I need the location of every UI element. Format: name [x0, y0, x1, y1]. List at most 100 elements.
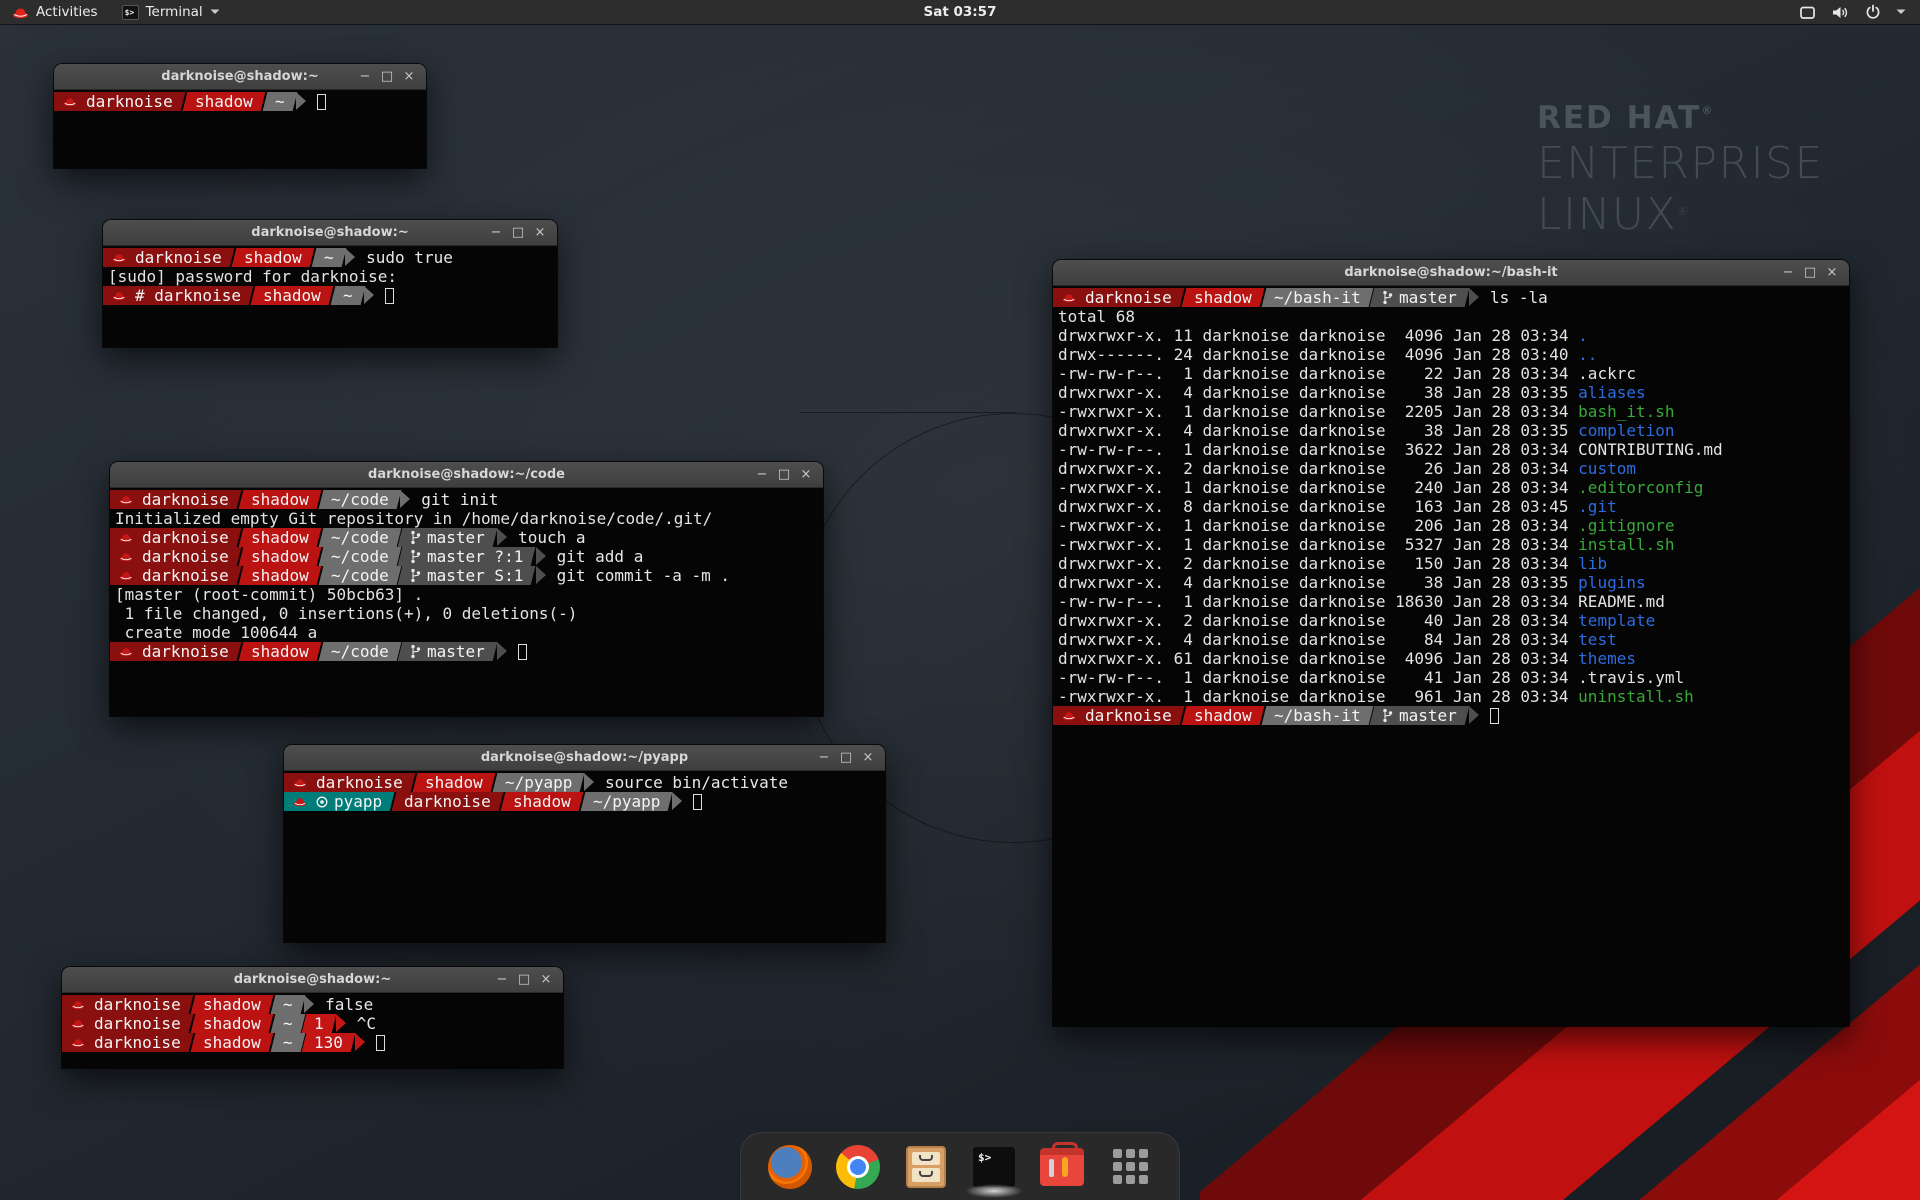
prompt-segment-user: darknoise — [110, 547, 241, 566]
file-name: uninstall.sh — [1578, 687, 1694, 706]
minimize-button[interactable]: − — [751, 462, 773, 488]
file-name: . — [1578, 326, 1588, 345]
file-name: .travis.yml — [1578, 668, 1684, 687]
redhat-fedora-icon — [71, 1018, 85, 1029]
minimize-button[interactable]: − — [354, 64, 376, 90]
terminal-menu-button[interactable]: $> Terminal — [110, 0, 232, 24]
prompt-segment-host: shadow — [182, 92, 265, 111]
activities-button[interactable]: Activities — [0, 0, 110, 24]
maximize-button[interactable]: □ — [835, 745, 857, 771]
file-name: lib — [1578, 554, 1607, 573]
window-titlebar[interactable]: darknoise@shadow:~/code − □ × — [110, 462, 823, 488]
redhat-fedora-icon — [112, 252, 126, 263]
clock[interactable]: Sat 03:57 — [924, 4, 997, 20]
dock-item-terminal[interactable]: $> — [971, 1144, 1017, 1190]
prompt-segment-path: ~/bash-it — [1261, 288, 1372, 307]
output-text: drwxrwxr-x. 4 darknoise darknoise 84 Jan… — [1053, 630, 1578, 649]
prompt-segment-path: ~/code — [318, 490, 401, 509]
terminal-body[interactable]: darknoiseshadow~/bash-it masterls -latot… — [1053, 286, 1849, 1026]
window-title: darknoise@shadow:~/pyapp — [284, 745, 885, 771]
file-name: .ackrc — [1578, 364, 1636, 383]
dock-item-toolbox[interactable] — [1039, 1144, 1085, 1190]
maximize-button[interactable]: □ — [513, 967, 535, 993]
window-titlebar[interactable]: darknoise@shadow:~/pyapp − □ × — [284, 745, 885, 771]
terminal-line: drwxrwxr-x. 4 darknoise darknoise 38 Jan… — [1053, 421, 1849, 440]
file-name: template — [1578, 611, 1655, 630]
file-name: README.md — [1578, 592, 1665, 611]
terminal-line: # darknoiseshadow~ — [103, 286, 557, 305]
terminal-line: -rwxrwxr-x. 1 darknoise darknoise 5327 J… — [1053, 535, 1849, 554]
prompt-segment-user: darknoise — [62, 995, 193, 1014]
terminal-line: darknoiseshadow~130 — [62, 1033, 563, 1052]
prompt-segment-host: shadow — [231, 248, 314, 267]
prompt-segment-path: ~/pyapp — [580, 792, 672, 811]
output-text: create mode 100644 a — [110, 623, 317, 642]
terminal-line: Initialized empty Git repository in /hom… — [110, 509, 823, 528]
display-icon — [1799, 5, 1816, 20]
desktop: RED HAT® ENTERPRISE LINUX® Activities $>… — [0, 0, 1920, 1200]
file-name: install.sh — [1578, 535, 1674, 554]
terminal-body[interactable]: darknoiseshadow~sudo true[sudo] password… — [103, 246, 557, 347]
prompt-arrow-icon — [296, 92, 306, 110]
prompt-segment-exit: 1 — [302, 1014, 336, 1033]
dock-item-firefox[interactable] — [767, 1144, 813, 1190]
power-icon — [1865, 4, 1881, 20]
maximize-button[interactable]: □ — [1799, 260, 1821, 286]
window-titlebar[interactable]: darknoise@shadow:~ − □ × — [62, 967, 563, 993]
focused-app-label: Terminal — [146, 4, 203, 20]
output-text: drwxrwxr-x. 2 darknoise darknoise 40 Jan… — [1053, 611, 1578, 630]
window-titlebar[interactable]: darknoise@shadow:~ − □ × — [54, 64, 426, 90]
output-text: Initialized empty Git repository in /hom… — [110, 509, 712, 528]
maximize-button[interactable]: □ — [507, 220, 529, 246]
redhat-fedora-icon — [119, 646, 133, 657]
minimize-button[interactable]: − — [485, 220, 507, 246]
redhat-fedora-icon — [112, 290, 126, 301]
maximize-button[interactable]: □ — [773, 462, 795, 488]
prompt-segment-path: ~/code — [318, 566, 401, 585]
terminal-window: darknoise@shadow:~ − □ × darknoiseshadow… — [62, 967, 563, 1068]
window-titlebar[interactable]: darknoise@shadow:~ − □ × — [103, 220, 557, 246]
terminal-body[interactable]: darknoiseshadow~ — [54, 90, 426, 168]
prompt-segment-path: ~/pyapp — [492, 773, 584, 792]
window-title: darknoise@shadow:~/code — [110, 462, 823, 488]
dock-item-app-grid[interactable] — [1107, 1144, 1153, 1190]
prompt-segment-git: master ?:1 — [398, 547, 536, 566]
terminal-cursor — [693, 794, 702, 810]
prompt-segment-host: shadow — [1181, 706, 1264, 725]
terminal-line: darknoiseshadow~/code master S:1git comm… — [110, 566, 823, 585]
terminal-body[interactable]: darknoiseshadow~/pyappsource bin/activat… — [284, 771, 885, 942]
close-button[interactable]: × — [535, 967, 557, 993]
dock-item-files[interactable] — [903, 1144, 949, 1190]
dock: $> — [740, 1132, 1180, 1200]
prompt-segment-user: darknoise — [110, 566, 241, 585]
terminal-line: [sudo] password for darknoise: — [103, 267, 557, 286]
minimize-button[interactable]: − — [1777, 260, 1799, 286]
file-name: completion — [1578, 421, 1674, 440]
close-button[interactable]: × — [398, 64, 420, 90]
prompt-arrow-icon — [1469, 288, 1479, 306]
terminal-body[interactable]: darknoiseshadow~/codegit initInitialized… — [110, 488, 823, 716]
system-status-area[interactable] — [1799, 0, 1920, 24]
close-button[interactable]: × — [1821, 260, 1843, 286]
minimize-button[interactable]: − — [813, 745, 835, 771]
terminal-body[interactable]: darknoiseshadow~false darknoiseshadow~1^… — [62, 993, 563, 1068]
prompt-segment-user: darknoise — [1053, 288, 1184, 307]
maximize-button[interactable]: □ — [376, 64, 398, 90]
files-icon — [906, 1146, 946, 1188]
prompt-segment-path: ~/code — [318, 547, 401, 566]
terminal-line: [master (root-commit) 50bcb63] . — [110, 585, 823, 604]
terminal-window: darknoise@shadow:~ − □ × darknoiseshadow… — [103, 220, 557, 347]
terminal-line: -rwxrwxr-x. 1 darknoise darknoise 240 Ja… — [1053, 478, 1849, 497]
close-button[interactable]: × — [795, 462, 817, 488]
close-button[interactable]: × — [857, 745, 879, 771]
minimize-button[interactable]: − — [491, 967, 513, 993]
redhat-fedora-icon — [71, 1037, 85, 1048]
prompt-segment-host: shadow — [190, 1014, 273, 1033]
window-titlebar[interactable]: darknoise@shadow:~/bash-it − □ × — [1053, 260, 1849, 286]
file-name: themes — [1578, 649, 1636, 668]
prompt-arrow-icon — [355, 1033, 365, 1051]
dock-item-chrome[interactable] — [835, 1144, 881, 1190]
close-button[interactable]: × — [529, 220, 551, 246]
output-text: -rw-rw-r--. 1 darknoise darknoise 41 Jan… — [1053, 668, 1578, 687]
terminal-line: -rw-rw-r--. 1 darknoise darknoise 41 Jan… — [1053, 668, 1849, 687]
